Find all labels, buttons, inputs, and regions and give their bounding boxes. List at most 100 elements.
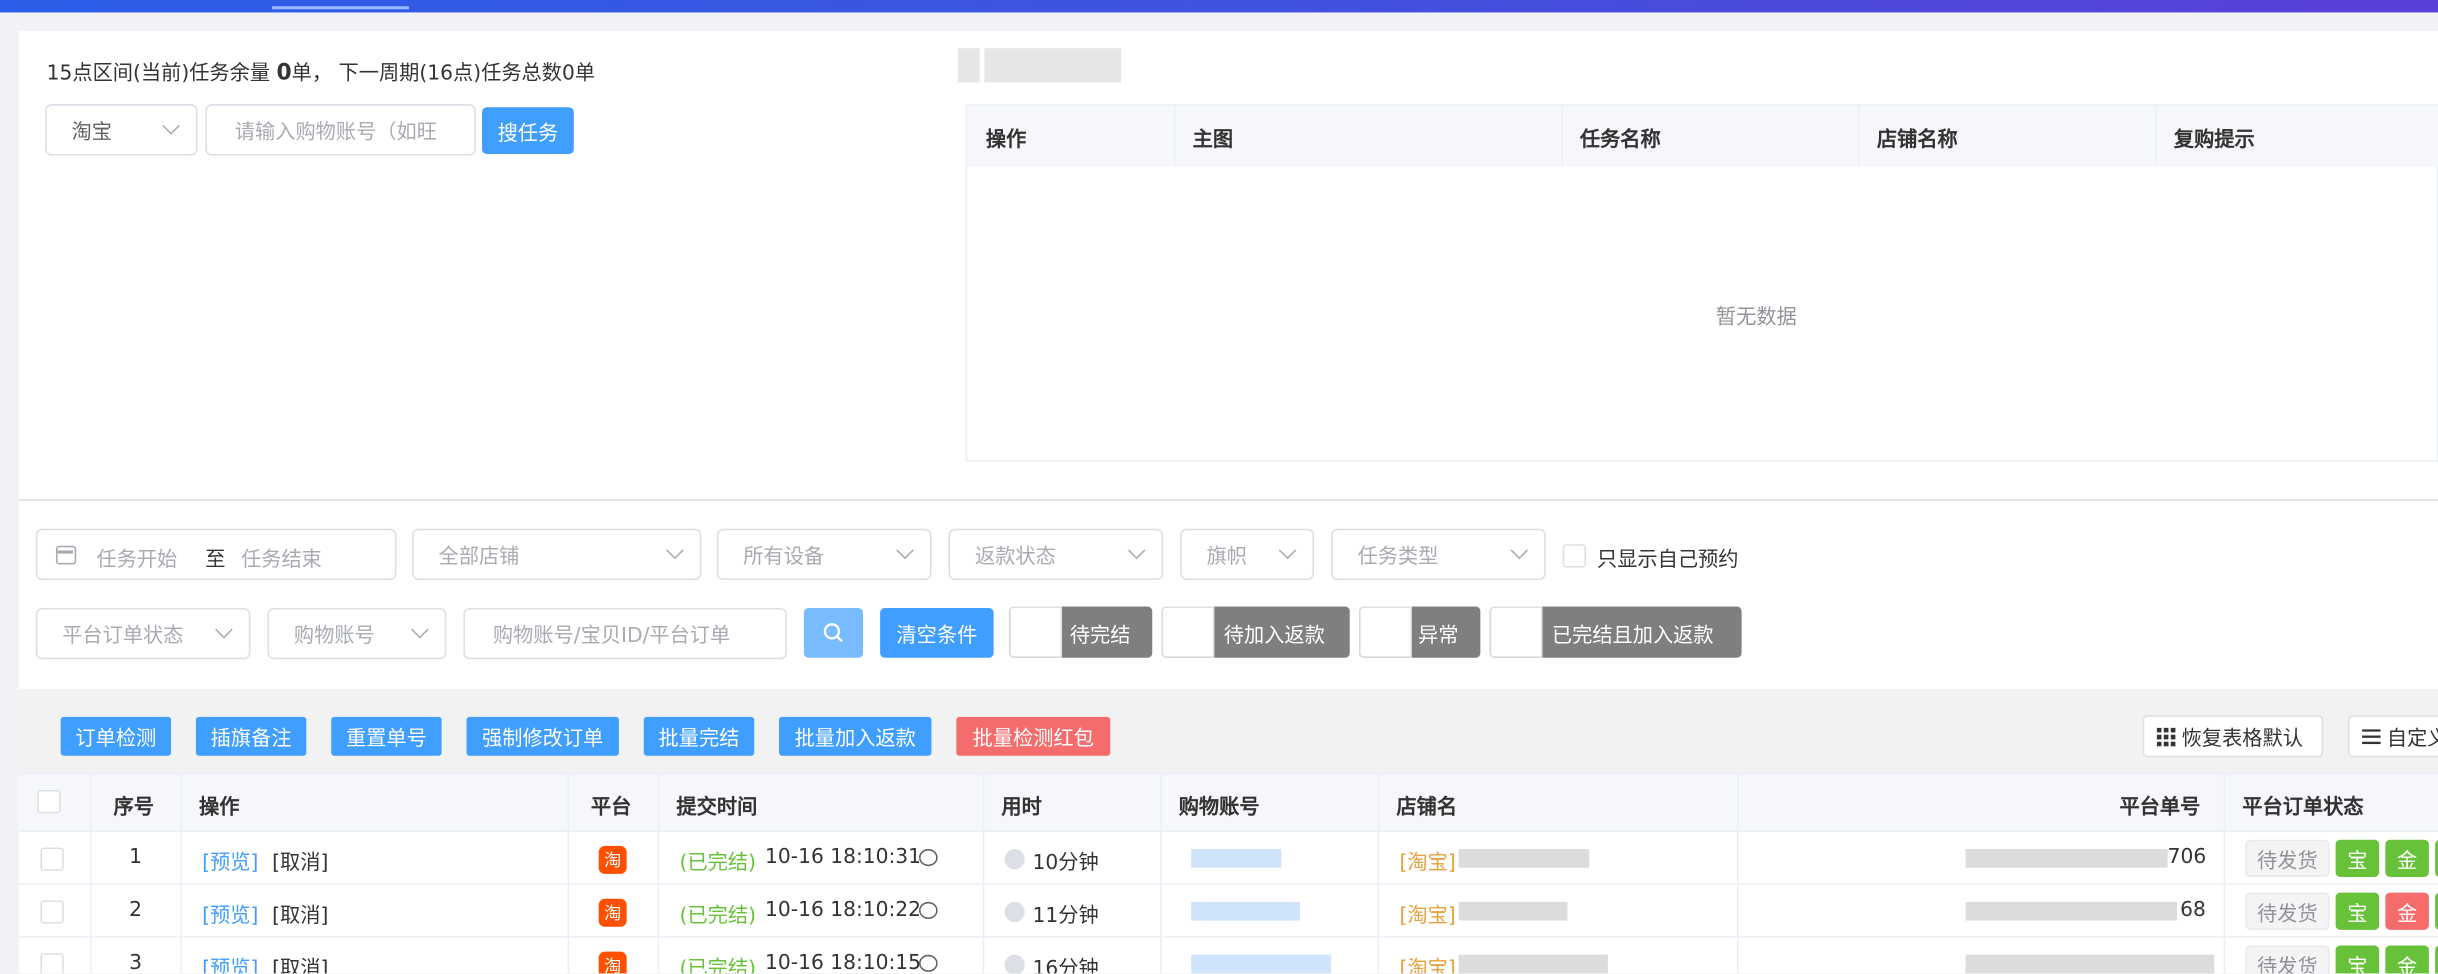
task-col-name: 任务名称 [1579,129,1661,153]
chat-icon[interactable] [919,901,938,920]
jin-tag[interactable]: 金 [2385,945,2429,974]
jin-tag[interactable]: 金 [2385,892,2429,930]
col-platform: 平台 [590,796,632,820]
row-checkbox[interactable] [40,900,64,924]
store-select[interactable]: 全部店铺 [412,528,702,581]
flag-select[interactable]: 旗帜 [1180,528,1314,581]
restore-default-label: 恢复表格默认 [2181,727,2303,752]
row-checkbox[interactable] [40,953,64,974]
date-range-picker[interactable]: 任务开始 至 任务结束 [35,528,397,581]
task-col-store: 店铺名称 [1876,129,1958,153]
keyword-input[interactable]: 购物账号/宝贝ID/平台订单 [463,608,787,660]
col-order-number: 平台单号 [2119,796,2201,820]
customize-button[interactable]: 自定义 [2348,715,2438,758]
toggle-label: 异常 [1418,625,1459,649]
grid-icon [2156,726,2176,746]
store-select-value: 全部店铺 [438,545,520,570]
chevron-down-icon [896,541,914,560]
redacted-order-number [1965,901,2177,921]
table-row[interactable]: 2 [预览] [取消] 淘 (已完结) 10-16 18:10:22 11分钟 … [18,885,2438,938]
row-order-tail: 706 [2167,845,2207,870]
select-all-checkbox[interactable] [37,789,61,814]
jin-tag[interactable]: 金 [2385,839,2429,878]
batch-refund-button[interactable]: 批量加入返款 [779,716,932,756]
redacted-account [1191,954,1332,974]
row-shop-prefix: [淘宝] [1399,852,1456,876]
bao-tag[interactable]: 宝 [2335,892,2380,930]
task-col-repurchase: 复购提示 [2173,129,2255,153]
platform-select-value: 淘宝 [71,121,112,145]
only-mine-checkbox[interactable] [1562,544,1587,568]
search-task-button[interactable]: 搜任务 [482,107,574,154]
device-select[interactable]: 所有设备 [716,528,932,581]
refund-status-value: 返款状态 [974,545,1056,570]
toggle-checkbox[interactable] [1161,606,1215,658]
row-index: 1 [129,845,142,870]
preview-link[interactable]: [预览] [202,899,258,928]
chevron-down-icon [215,620,233,639]
order-status-value: 平台订单状态 [62,625,184,649]
summary-prefix: 15点区间(当前)任务余量 [46,62,271,86]
redacted-account [1191,901,1300,921]
row-index: 2 [129,898,142,923]
table-row[interactable]: 3 [预览] [取消] 淘 (已完结) 10-16 18:10:15 16分钟 … [19,938,2438,974]
task-col-image: 主图 [1192,129,1234,153]
toggle-finished-refunded[interactable]: 已完结且加入返款 [1489,606,1742,658]
flag-select-value: 旗帜 [1206,545,1248,570]
toggle-pending-refund[interactable]: 待加入返款 [1161,606,1350,658]
toggle-checkbox[interactable] [1359,606,1412,658]
col-action: 操作 [199,796,240,820]
flag-note-button[interactable]: 插旗备注 [195,716,307,756]
row-submit-time: 10-16 18:10:22 [765,898,922,923]
row-duration: 16分钟 [1032,957,1099,974]
task-table: 操作 主图 任务名称 店铺名称 复购提示 暂无数据 [965,104,2438,462]
task-type-select[interactable]: 任务类型 [1331,528,1546,581]
date-end: 任务结束 [241,548,322,573]
redacted-store [1458,901,1568,921]
toggle-label: 待加入返款 [1223,625,1325,649]
row-duration: 11分钟 [1032,905,1099,929]
cancel-link[interactable]: [取消] [272,952,328,974]
only-mine-label: 只显示自己预约 [1596,548,1739,573]
reset-order-button[interactable]: 重置单号 [331,716,442,756]
row-submit-time: 10-16 18:10:15 [765,951,922,974]
toggle-checkbox[interactable] [1009,606,1063,658]
restore-default-button[interactable]: 恢复表格默认 [2142,715,2324,758]
row-checkbox[interactable] [40,847,64,871]
batch-red-packet-button[interactable]: 批量检测红包 [956,716,1111,756]
order-status-select[interactable]: 平台订单状态 [35,608,251,660]
order-status-tag: 待发货 [2245,839,2330,878]
preview-link[interactable]: [预览] [202,952,258,974]
shop-account-input[interactable]: 请输入购物账号（如旺 [205,104,476,156]
search-button[interactable] [803,608,864,658]
preview-link[interactable]: [预览] [202,846,258,875]
top-nav-bar [0,0,2438,13]
cancel-link[interactable]: [取消] [272,846,328,875]
shop-account-placeholder: 请输入购物账号（如旺 [234,121,437,145]
chevron-down-icon [162,117,180,135]
list-icon [2362,728,2381,744]
task-table-header: 操作 主图 任务名称 店铺名称 复购提示 [967,105,2438,167]
toggle-abnormal[interactable]: 异常 [1359,606,1481,658]
col-duration: 用时 [1001,796,1042,820]
force-edit-button[interactable]: 强制修改订单 [466,716,619,756]
bao-tag[interactable]: 宝 [2335,839,2380,878]
toggle-checkbox[interactable] [1489,606,1543,658]
table-row[interactable]: 1 [预览] [取消] 淘 (已完结) 10-16 18:10:31 10分钟 … [18,832,2438,885]
order-check-button[interactable]: 订单检测 [60,716,172,756]
shop-account-select[interactable]: 购物账号 [267,608,447,660]
bao-tag[interactable]: 宝 [2335,945,2380,974]
cancel-link[interactable]: [取消] [272,899,328,928]
chat-icon[interactable] [919,849,938,867]
active-tab-indicator [272,6,409,10]
batch-finish-button[interactable]: 批量完结 [643,716,755,756]
date-separator: 至 [205,548,226,573]
chat-icon[interactable] [919,954,938,972]
keyword-placeholder: 购物账号/宝贝ID/平台订单 [492,625,731,649]
refund-status-select[interactable]: 返款状态 [948,528,1164,581]
platform-select[interactable]: 淘宝 [45,104,198,156]
taobao-icon: 淘 [598,951,627,974]
toggle-pending-finish[interactable]: 待完结 [1009,606,1153,658]
clear-filters-button[interactable]: 清空条件 [880,608,994,658]
customize-label: 自定义 [2386,727,2438,752]
